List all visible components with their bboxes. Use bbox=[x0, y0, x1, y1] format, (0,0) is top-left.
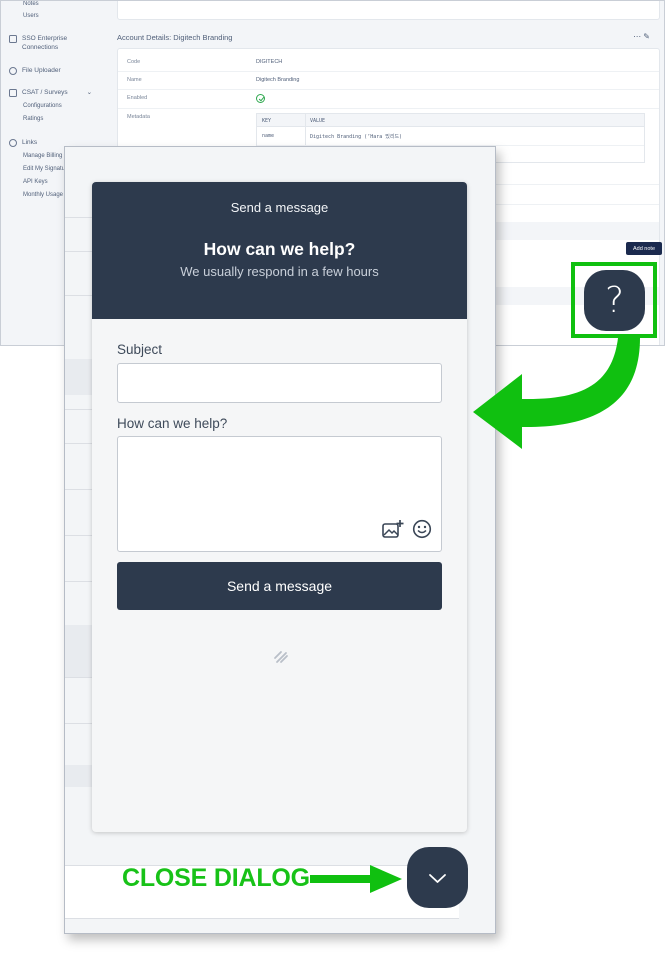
table-cell: Digitech Branding (’Hara 밌리드) bbox=[310, 134, 403, 140]
message-label: How can we help? bbox=[117, 416, 228, 431]
sidebar-item-label: File Uploader bbox=[22, 67, 61, 74]
field-label: Name bbox=[127, 77, 142, 83]
divider bbox=[65, 217, 93, 218]
sidebar-item-label: CSAT / Surveys bbox=[22, 89, 68, 96]
message-field bbox=[117, 436, 442, 552]
sidebar-item-csat[interactable]: CSAT / Surveys ⌄ bbox=[9, 88, 92, 97]
sidebar-item-file-uploader[interactable]: File Uploader bbox=[9, 66, 61, 75]
sidebar-item-monthly-usage[interactable]: Monthly Usage F bbox=[23, 192, 68, 198]
sidebar-item-notes[interactable]: Notes bbox=[23, 1, 39, 7]
upload-icon bbox=[9, 66, 17, 75]
column-header: KEY bbox=[262, 118, 272, 124]
divider bbox=[65, 677, 93, 678]
divider bbox=[65, 295, 93, 296]
send-message-button[interactable]: Send a message bbox=[117, 562, 442, 610]
divider bbox=[118, 71, 659, 72]
link-icon bbox=[9, 138, 17, 147]
sidebar-item-label: Links bbox=[22, 139, 38, 146]
sidebar-item-label: SSO Enterprise Connections bbox=[22, 35, 68, 51]
page-title: Account Details: Digitech Branding bbox=[117, 33, 233, 42]
table-cell: name bbox=[262, 133, 275, 139]
divider bbox=[65, 723, 93, 724]
help-launcher-button[interactable]: ? bbox=[584, 270, 645, 331]
brand-logo-icon bbox=[274, 651, 288, 663]
field-value: DIGITECH bbox=[256, 59, 283, 65]
sidebar-item-ratings[interactable]: Ratings bbox=[23, 116, 43, 122]
image-upload-icon[interactable] bbox=[382, 519, 404, 539]
subject-input[interactable] bbox=[117, 363, 442, 403]
field-label: Code bbox=[127, 59, 141, 65]
field-value: Digitech Branding bbox=[256, 77, 300, 83]
widget-subtitle: We usually respond in a few hours bbox=[180, 264, 379, 279]
divider bbox=[118, 89, 659, 90]
add-note-button[interactable]: Add note bbox=[626, 242, 662, 255]
survey-icon bbox=[9, 88, 17, 97]
curved-arrow-icon bbox=[473, 338, 640, 449]
account-actions[interactable]: ⋯ ✎ bbox=[633, 32, 650, 41]
widget-title: How can we help? bbox=[203, 239, 356, 259]
section-band bbox=[65, 765, 93, 787]
column-header: VALUE bbox=[310, 118, 326, 124]
help-widget: Send a message How can we help? We usual… bbox=[92, 182, 467, 832]
divider bbox=[65, 251, 93, 252]
question-mark-icon: ? bbox=[604, 280, 625, 321]
sidebar-item-configurations[interactable]: Configurations bbox=[23, 103, 62, 109]
chevron-down-icon: ⌄ bbox=[86, 89, 93, 96]
subject-label: Subject bbox=[117, 342, 163, 357]
divider bbox=[65, 535, 93, 536]
divider bbox=[65, 581, 93, 582]
arrow-right-icon bbox=[310, 865, 402, 893]
divider bbox=[65, 489, 93, 490]
divider bbox=[65, 443, 93, 444]
check-circle-icon bbox=[256, 94, 265, 103]
chevron-down-icon bbox=[429, 874, 446, 883]
field-label: Enabled bbox=[127, 95, 148, 101]
widget-header: Send a message How can we help? We usual… bbox=[92, 182, 467, 319]
sso-icon bbox=[9, 34, 17, 43]
divider bbox=[118, 108, 659, 109]
close-widget-button[interactable] bbox=[407, 847, 468, 908]
section-band bbox=[65, 359, 93, 395]
close-dialog-annotation: CLOSE DIALOG bbox=[122, 864, 310, 892]
sidebar-item-users[interactable]: Users bbox=[23, 13, 39, 19]
sidebar-item-manage-billing[interactable]: Manage Billing bbox=[23, 153, 62, 159]
card bbox=[117, 1, 660, 20]
sidebar-item-sso[interactable]: SSO Enterprise Connections bbox=[9, 34, 67, 52]
emoji-icon[interactable] bbox=[412, 519, 432, 539]
sidebar-item-links[interactable]: Links bbox=[9, 138, 37, 147]
sidebar-item-api-keys[interactable]: API Keys bbox=[23, 179, 48, 185]
divider bbox=[65, 409, 93, 410]
section-band bbox=[65, 625, 93, 677]
message-input[interactable] bbox=[118, 437, 441, 517]
widget-header-label: Send a message bbox=[230, 200, 329, 215]
field-label: Metadata bbox=[127, 114, 150, 120]
